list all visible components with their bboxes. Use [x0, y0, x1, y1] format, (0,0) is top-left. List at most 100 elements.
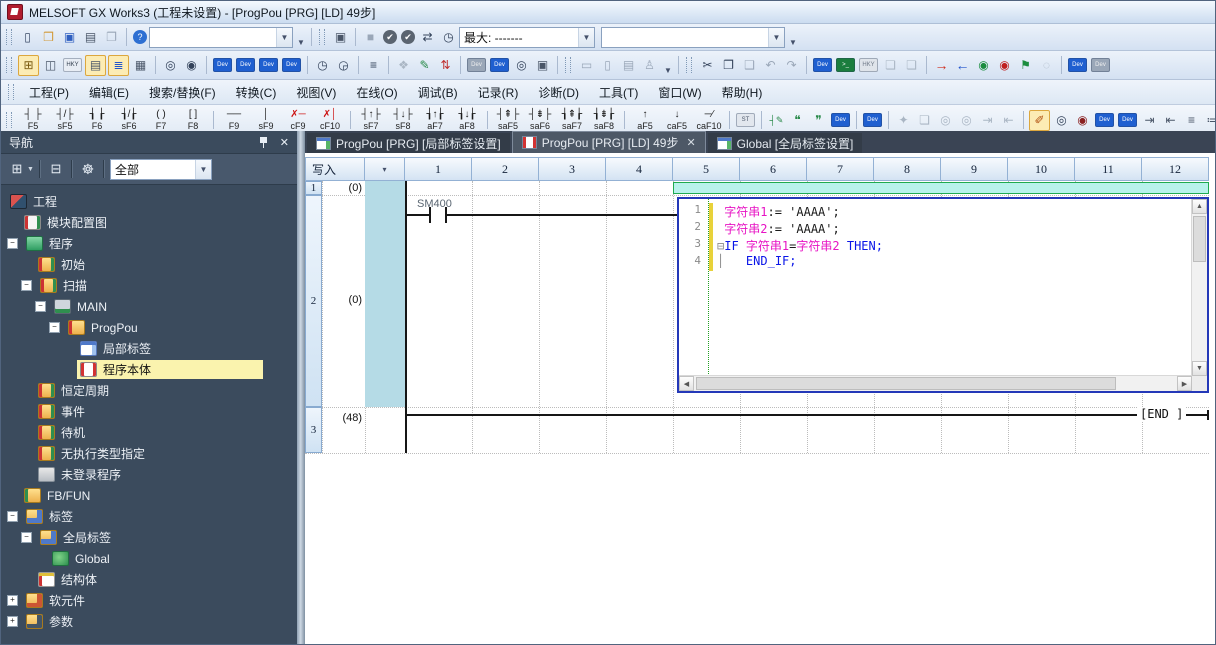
toolbar-grip[interactable] — [6, 57, 12, 73]
watch-window2-icon[interactable]: ◶ — [334, 56, 353, 75]
tab-local-label-setting[interactable]: ProgPou [PRG] [局部标签设置] — [307, 133, 510, 153]
project-search-combobox[interactable]: ▼ — [149, 27, 293, 48]
navigation-window-icon[interactable]: ⊞ — [18, 55, 39, 76]
toolbar-overflow-icon[interactable]: ▼ — [787, 28, 799, 47]
monitor-window-icon[interactable]: ▣ — [533, 56, 552, 75]
copy-icon[interactable]: ❐ — [719, 56, 738, 75]
find-replace-icon[interactable]: ◉ — [182, 56, 201, 75]
horizontal-line-button[interactable]: ──F9 — [218, 107, 250, 134]
tree-item-label[interactable]: −标签 — [1, 506, 297, 527]
scroll-up-icon[interactable]: ▲ — [1192, 199, 1207, 214]
toolbar-overflow-icon[interactable]: ▼ — [295, 28, 307, 47]
toolbar-grip[interactable] — [319, 29, 325, 45]
collapse-expander-icon[interactable]: − — [49, 322, 60, 333]
edit-mode-dropdown[interactable]: 写入 — [305, 157, 365, 181]
save-project-icon[interactable]: ▣ — [60, 28, 79, 47]
dropdown-arrow-icon[interactable]: ▼ — [276, 28, 292, 47]
device-test-icon[interactable]: Dev — [1068, 58, 1087, 72]
falling-pulse-branch-button[interactable]: ┧↓┟aF8 — [451, 107, 483, 134]
menu-tool[interactable]: 工具(T) — [589, 81, 648, 104]
dropdown-arrow-icon[interactable]: ▼ — [27, 166, 34, 173]
tree-item-initial[interactable]: 初始 — [1, 254, 297, 275]
dropdown-arrow-icon[interactable]: ▼ — [195, 160, 211, 179]
open-branch-button[interactable]: ┧ ┟F6 — [81, 107, 113, 134]
gear-icon[interactable]: ☸ — [78, 160, 98, 178]
tree-item-program[interactable]: −程序 — [1, 233, 297, 254]
ladder-find-edit-icon[interactable]: ◉ — [1073, 111, 1092, 130]
watch-window1-icon[interactable]: ◷ — [313, 56, 332, 75]
tree-item-local-label[interactable]: 局部标签 — [1, 338, 297, 359]
inline-st-box-icon[interactable]: ST — [736, 113, 755, 127]
tree-item-structured-data[interactable]: 结构体 — [1, 569, 297, 590]
falling-pulse-button[interactable]: ┤↓├sF8 — [387, 107, 419, 134]
find-device-icon[interactable]: ◎ — [512, 56, 531, 75]
delete-vertical-line-button[interactable]: ✗│cF10 — [314, 107, 346, 134]
collapse-expander-icon[interactable]: − — [7, 511, 18, 522]
inline-st-box[interactable]: 1 2 3 4 字符串1:= 'AAAA'; 字符串2:= 'AAAA'; ⊟I… — [677, 197, 1209, 393]
toolbar-grip[interactable] — [565, 57, 571, 73]
menu-help[interactable]: 帮助(H) — [712, 81, 773, 104]
rising-pulse-close-button[interactable]: ┤⇞├saF5 — [492, 107, 524, 134]
falling-pulse-close-button[interactable]: ┤⇟├saF6 — [524, 107, 556, 134]
rung-number-2[interactable]: 2 — [305, 195, 322, 407]
delete-horizontal-line-button[interactable]: ✗─cF9 — [282, 107, 314, 134]
st-display-icon[interactable]: ▦ — [131, 56, 150, 75]
io-assignment-icon[interactable]: ⇅ — [436, 56, 455, 75]
tree-item-event[interactable]: 事件 — [1, 401, 297, 422]
collapse-all-icon[interactable]: ⊟ — [46, 160, 66, 178]
monitor-start-icon[interactable]: ◉ — [974, 56, 993, 75]
open-project-icon[interactable]: ❒ — [39, 28, 58, 47]
toolbar-grip[interactable] — [686, 57, 692, 73]
align-left-icon[interactable]: ≡ — [1182, 111, 1201, 130]
close-contact-button[interactable]: ┤/├sF5 — [49, 107, 81, 134]
menu-view[interactable]: 视图(V) — [286, 81, 346, 104]
edit-contact-icon[interactable]: ┤✎ — [767, 111, 786, 130]
contact-bar-icon[interactable] — [445, 207, 447, 223]
mode-dropdown-arrow-icon[interactable]: ▾ — [365, 157, 405, 181]
find-icon[interactable]: ◎ — [161, 56, 180, 75]
pin-icon[interactable] — [259, 136, 268, 148]
device-display-toggle-icon[interactable]: Dev — [1095, 113, 1114, 127]
outline-window-icon[interactable]: ≡ — [364, 56, 383, 75]
tree-item-project[interactable]: 工程 — [1, 191, 297, 212]
tree-item-standby[interactable]: 待机 — [1, 422, 297, 443]
device-search-icon[interactable]: Dev — [813, 58, 832, 72]
history-clock-icon[interactable]: ◷ — [439, 28, 458, 47]
screen-capture-icon[interactable]: ▣ — [331, 28, 350, 47]
print-icon[interactable]: ▤ — [81, 28, 100, 47]
scroll-down-icon[interactable]: ▼ — [1192, 361, 1207, 376]
tree-item-progpou[interactable]: −ProgPou — [1, 317, 297, 338]
collapse-expander-icon[interactable]: − — [35, 301, 46, 312]
vertical-scroll-thumb[interactable] — [1193, 216, 1206, 262]
selection-band[interactable] — [673, 182, 1209, 194]
close-icon[interactable]: ✕ — [280, 136, 289, 149]
align-list-icon[interactable]: ≔ — [1203, 111, 1215, 130]
device-cross-reference-icon[interactable]: Dev — [282, 58, 301, 72]
contact-bar-icon[interactable] — [429, 207, 431, 223]
end-instruction[interactable]: [END ] — [1137, 407, 1186, 421]
application-instruction-button[interactable]: [ ]F8 — [177, 107, 209, 134]
menu-debug[interactable]: 调试(B) — [408, 81, 468, 104]
edit-line-mode-icon[interactable]: ✐ — [1029, 110, 1050, 131]
ladder-find-icon[interactable]: ◎ — [1052, 111, 1071, 130]
panel-splitter[interactable] — [297, 131, 305, 644]
menu-diagnostics[interactable]: 诊断(D) — [528, 81, 589, 104]
rung-number-3[interactable]: 3 — [305, 407, 322, 453]
cut-icon[interactable]: ✂ — [698, 56, 717, 75]
help-icon[interactable]: ? — [133, 30, 147, 44]
max-display-combobox[interactable]: 最大: ------- ▼ — [459, 27, 595, 48]
label-edit-icon[interactable]: ✎ — [415, 56, 434, 75]
module-configuration-icon[interactable]: ▤ — [85, 55, 106, 76]
tree-item-parameter[interactable]: +参数 — [1, 611, 297, 632]
device-combobox[interactable]: ▼ — [601, 27, 785, 48]
device-find-icon[interactable]: Dev — [213, 58, 232, 72]
rising-pulse-branch-button[interactable]: ┧↑┟aF7 — [419, 107, 451, 134]
tree-item-fb-fun[interactable]: FB/FUN — [1, 485, 297, 506]
tree-item-fixed-cycle[interactable]: 恒定周期 — [1, 380, 297, 401]
toolbar-grip[interactable] — [6, 112, 12, 128]
tree-item-global-label[interactable]: −全局标签 — [1, 527, 297, 548]
invert-result-button[interactable]: ↑aF5 — [629, 107, 661, 134]
online-transfer-icon[interactable]: ⇄ — [418, 28, 437, 47]
rising-pulse-button[interactable]: ┤↑├sF7 — [355, 107, 387, 134]
statement-list-icon[interactable]: Dev — [863, 113, 882, 127]
